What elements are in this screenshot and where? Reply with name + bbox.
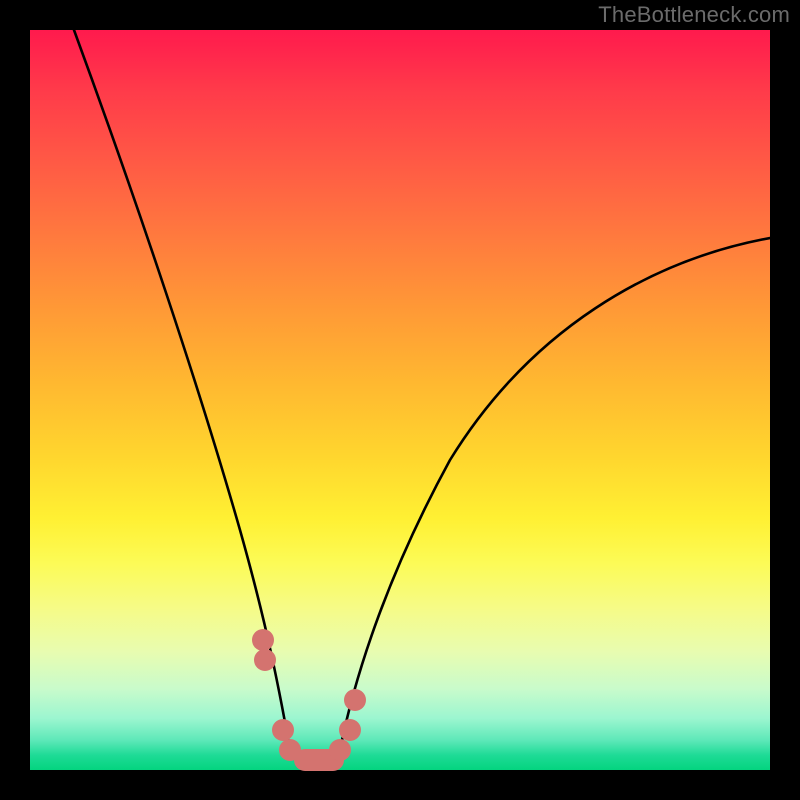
chart-frame: TheBottleneck.com <box>0 0 800 800</box>
plot-area <box>30 30 770 770</box>
bead <box>329 739 351 761</box>
bead <box>339 719 361 741</box>
bead <box>254 649 276 671</box>
bead <box>344 689 366 711</box>
bead <box>272 719 294 741</box>
bead-cluster <box>30 30 770 770</box>
bead <box>252 629 274 651</box>
watermark-text: TheBottleneck.com <box>598 2 790 28</box>
